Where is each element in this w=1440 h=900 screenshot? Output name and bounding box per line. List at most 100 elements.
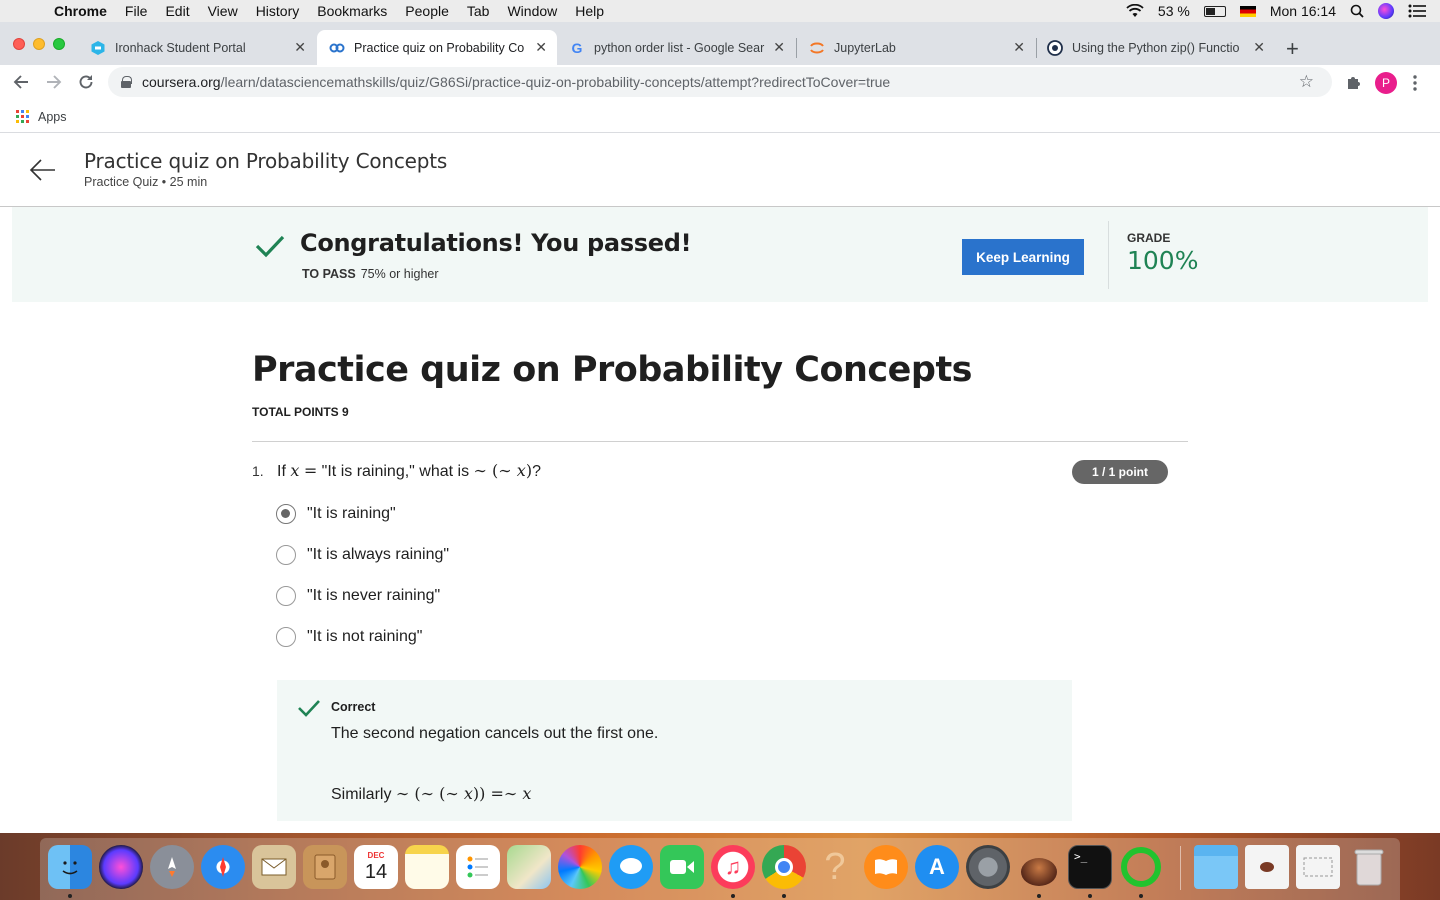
window-minimize-button[interactable]: [33, 38, 45, 50]
menu-window[interactable]: Window: [507, 3, 557, 19]
radio-button[interactable]: [276, 545, 296, 565]
window-zoom-button[interactable]: [53, 38, 65, 50]
chrome-menu-kebab-icon[interactable]: [1413, 75, 1417, 91]
menu-people[interactable]: People: [405, 3, 449, 19]
running-indicator: [1088, 894, 1092, 898]
menu-app-name[interactable]: Chrome: [54, 3, 107, 19]
radio-button-selected[interactable]: [276, 504, 296, 524]
help-icon[interactable]: ?: [813, 845, 857, 889]
tab-jupyterlab[interactable]: JupyterLab ✕: [797, 30, 1035, 65]
tab-title: Practice quiz on Probability Co: [354, 40, 525, 55]
radio-button[interactable]: [276, 627, 296, 647]
realpython-icon: [1047, 39, 1063, 56]
menu-view[interactable]: View: [208, 3, 238, 19]
question-number: 1.: [252, 463, 264, 479]
feedback-text: The second negation cancels out the firs…: [331, 725, 659, 742]
apps-grid-icon[interactable]: [16, 110, 29, 123]
running-indicator: [1139, 894, 1143, 898]
menu-edit[interactable]: Edit: [165, 3, 189, 19]
photos-icon[interactable]: [558, 845, 602, 889]
forward-arrow-icon[interactable]: [45, 74, 63, 90]
answer-option[interactable]: "It is raining": [276, 503, 396, 525]
tab-ironhack[interactable]: Ironhack Student Portal ✕: [78, 30, 316, 65]
chrome-icon[interactable]: [762, 845, 806, 889]
divider: [252, 441, 1188, 442]
tab-title: JupyterLab: [834, 40, 896, 55]
radio-button[interactable]: [276, 586, 296, 606]
keep-learning-button[interactable]: Keep Learning: [962, 239, 1084, 275]
tab-close-icon[interactable]: ✕: [773, 39, 785, 56]
address-bar[interactable]: coursera.org/learn/datasciencemathskills…: [108, 67, 1332, 97]
reminders-icon[interactable]: [456, 845, 500, 889]
quiz-title: Practice quiz on Probability Concepts: [252, 350, 973, 390]
running-indicator: [68, 894, 72, 898]
menu-history[interactable]: History: [256, 3, 300, 19]
notes-icon[interactable]: [405, 845, 449, 889]
answer-option-label: "It is not raining": [307, 628, 423, 645]
answer-option-label: "It is always raining": [307, 546, 450, 563]
menu-tab[interactable]: Tab: [467, 3, 490, 19]
music-icon[interactable]: ♫: [711, 845, 755, 889]
extensions-puzzle-icon[interactable]: [1345, 73, 1363, 91]
launchpad-icon[interactable]: [150, 845, 194, 889]
total-points: TOTAL POINTS 9: [252, 405, 349, 419]
correct-checkmark-icon: [298, 700, 320, 717]
tab-close-icon[interactable]: ✕: [1013, 39, 1025, 56]
books-icon[interactable]: [864, 845, 908, 889]
preview-icon[interactable]: [1245, 845, 1289, 889]
reload-icon[interactable]: [77, 73, 95, 91]
facetime-icon[interactable]: [660, 845, 704, 889]
back-arrow-icon[interactable]: [12, 74, 30, 90]
menu-bookmarks[interactable]: Bookmarks: [317, 3, 387, 19]
tab-google-search[interactable]: G python order list - Google Sear ✕: [557, 30, 795, 65]
folder-icon[interactable]: [1194, 845, 1238, 889]
screenshot-icon[interactable]: [1296, 845, 1340, 889]
menu-help[interactable]: Help: [575, 3, 604, 19]
maps-icon[interactable]: [507, 845, 551, 889]
profile-avatar[interactable]: P: [1375, 72, 1397, 94]
lock-icon[interactable]: [121, 76, 132, 88]
system-preferences-icon[interactable]: [966, 845, 1010, 889]
siri-icon[interactable]: [99, 845, 143, 889]
tab-title: Using the Python zip() Functio: [1072, 40, 1240, 55]
calendar-month: DEC: [367, 851, 385, 860]
new-tab-plus-icon[interactable]: +: [1286, 36, 1299, 62]
menu-file[interactable]: File: [125, 3, 148, 19]
tab-coursera-quiz[interactable]: Practice quiz on Probability Co ✕: [317, 30, 557, 65]
bookmark-apps[interactable]: Apps: [38, 110, 67, 124]
app-store-icon[interactable]: A: [915, 845, 959, 889]
terminal-icon[interactable]: >_: [1068, 845, 1112, 889]
messages-icon[interactable]: [609, 845, 653, 889]
siri-menubar-icon[interactable]: [1378, 3, 1394, 19]
spotlight-search-icon[interactable]: [1350, 4, 1364, 18]
tab-realpython-zip[interactable]: Using the Python zip() Functio ✕: [1035, 30, 1275, 65]
mail-icon[interactable]: [252, 845, 296, 889]
result-banner: Congratulations! You passed! TO PASS 75% …: [12, 207, 1428, 302]
keyboard-layout-flag-icon[interactable]: [1239, 5, 1256, 17]
tab-close-icon[interactable]: ✕: [294, 39, 306, 56]
menubar-clock[interactable]: Mon 16:14: [1270, 3, 1336, 19]
mojave-installer-icon[interactable]: [1017, 845, 1061, 889]
feedback-similarly: Similarly ∼ (∼ (∼ x)) =∼ x: [331, 784, 532, 803]
bookmark-star-icon[interactable]: ☆: [1299, 72, 1314, 92]
feedback-box: Correct The second negation cancels out …: [277, 680, 1072, 821]
contacts-icon[interactable]: [303, 845, 347, 889]
wifi-icon[interactable]: [1126, 4, 1144, 18]
tab-close-icon[interactable]: ✕: [535, 39, 547, 56]
window-close-button[interactable]: [13, 38, 25, 50]
trash-icon[interactable]: [1347, 845, 1391, 889]
battery-icon[interactable]: [1203, 5, 1226, 17]
answer-option[interactable]: "It is always raining": [276, 544, 449, 566]
browser-tab-strip: Ironhack Student Portal ✕ Practice quiz …: [0, 22, 1440, 65]
finder-icon[interactable]: [48, 845, 92, 889]
answer-option[interactable]: "It is not raining": [276, 626, 422, 648]
answer-option-label: "It is raining": [307, 505, 396, 522]
calendar-icon[interactable]: DEC 14: [354, 845, 398, 889]
notification-center-icon[interactable]: [1408, 4, 1426, 18]
activity-ring-icon[interactable]: [1119, 845, 1163, 889]
tab-close-icon[interactable]: ✕: [1253, 39, 1265, 56]
back-arrow-icon[interactable]: [28, 156, 56, 184]
battery-percent[interactable]: 53 %: [1158, 3, 1190, 19]
safari-icon[interactable]: [201, 845, 245, 889]
answer-option[interactable]: "It is never raining": [276, 585, 440, 607]
